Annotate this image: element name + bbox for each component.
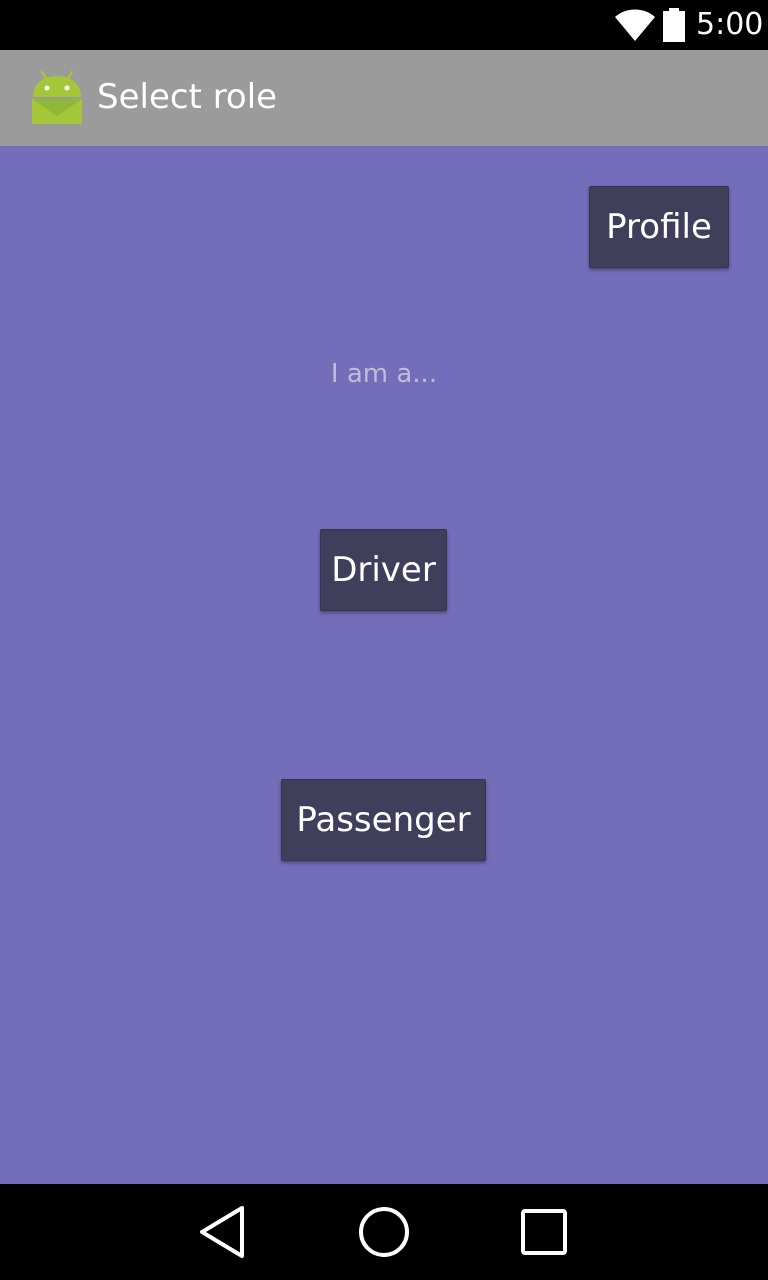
driver-button[interactable]: Driver [320, 529, 447, 611]
passenger-button[interactable]: Passenger [281, 779, 486, 861]
action-bar: Select role [0, 50, 768, 146]
back-icon[interactable] [194, 1204, 254, 1260]
android-icon [32, 70, 82, 124]
main-content: Profile I am a... Driver Passenger [0, 146, 768, 1184]
role-prompt: I am a... [330, 359, 438, 389]
screen: 5:00 Select role Profile I am a... Drive… [0, 0, 768, 1280]
battery-icon [663, 8, 685, 42]
status-bar: 5:00 [0, 0, 768, 50]
profile-button[interactable]: Profile [589, 186, 729, 268]
home-icon[interactable] [354, 1204, 414, 1260]
page-title: Select role [97, 77, 278, 117]
recents-icon[interactable] [514, 1204, 574, 1260]
clock: 5:00 [696, 7, 764, 42]
navigation-bar [0, 1184, 768, 1280]
wifi-icon [615, 9, 655, 41]
